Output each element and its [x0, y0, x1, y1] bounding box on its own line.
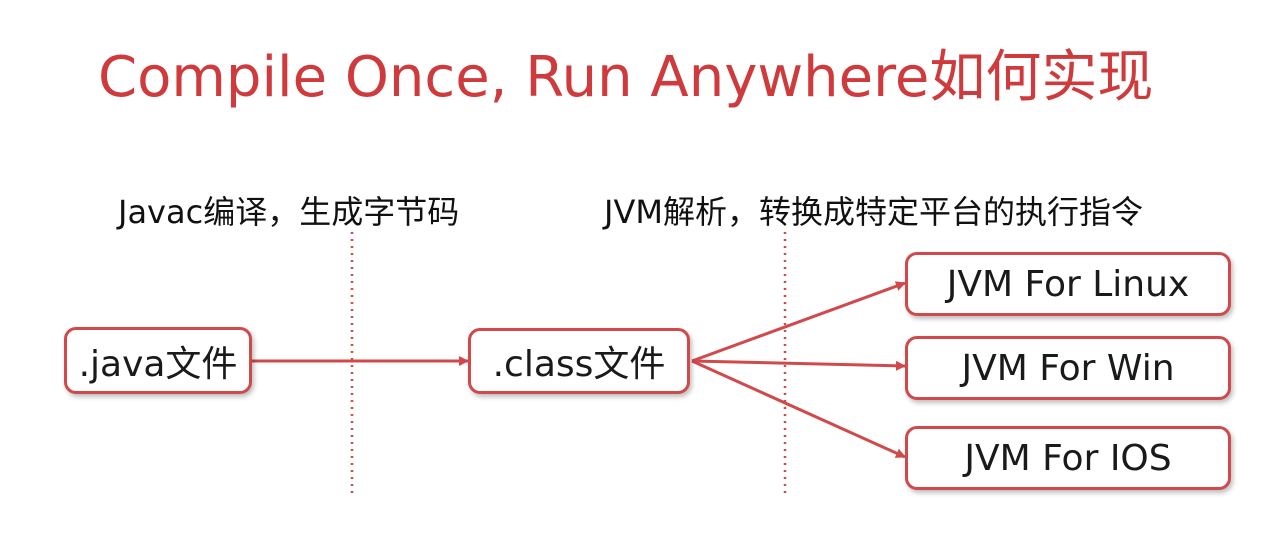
- jvm-linux-node: JVM For Linux: [905, 252, 1231, 316]
- arrow-class-to-linux: [691, 281, 906, 363]
- jvm-win-node: JVM For Win: [905, 336, 1231, 400]
- class-file-label: .class文件: [492, 344, 666, 385]
- jvm-ios-node: JVM For IOS: [905, 426, 1231, 490]
- jvm-linux-label: JVM For Linux: [946, 263, 1190, 305]
- jvm-win-label: JVM For Win: [961, 347, 1175, 389]
- java-file-node: .java文件: [64, 327, 252, 394]
- class-file-node: .class文件: [468, 328, 690, 394]
- arrow-class-to-win: [691, 359, 906, 371]
- arrow-class-to-ios: [691, 359, 906, 459]
- jvm-ios-label: JVM For IOS: [964, 437, 1172, 479]
- java-file-label: .java文件: [78, 343, 238, 385]
